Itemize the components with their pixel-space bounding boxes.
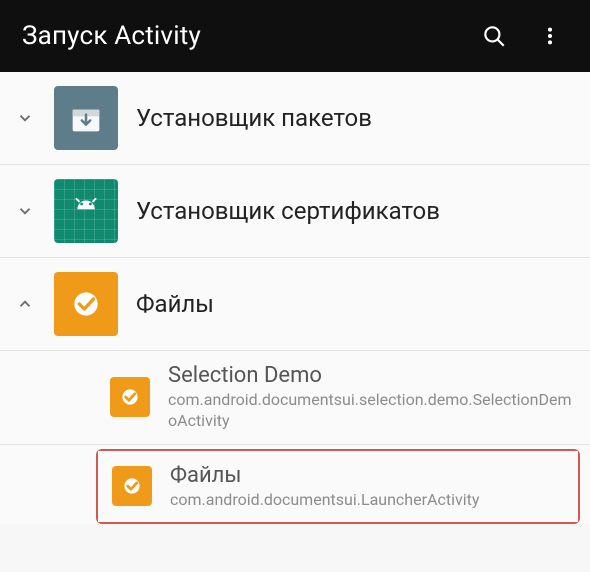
app-label: Установщик сертификатов xyxy=(136,196,440,226)
overflow-menu-button[interactable] xyxy=(528,14,572,58)
more-vert-icon xyxy=(539,25,561,47)
chevron-down-icon[interactable] xyxy=(14,200,36,222)
search-button[interactable] xyxy=(472,14,516,58)
activity-texts: Файлы com.android.documentsui.LauncherAc… xyxy=(170,463,562,511)
activity-title: Selection Demo xyxy=(168,363,574,388)
chevron-up-icon[interactable] xyxy=(14,293,36,315)
appbar: Запуск Activity xyxy=(0,0,590,72)
appbar-title: Запуск Activity xyxy=(22,21,460,51)
files-icon xyxy=(112,466,152,506)
package-installer-icon xyxy=(54,86,118,150)
app-list: Установщик пакетов Установщик сертификат… xyxy=(0,72,590,524)
activity-package: com.android.documentsui.selection.demo.S… xyxy=(168,390,574,432)
app-row-certinstaller[interactable]: Установщик сертификатов xyxy=(0,165,590,258)
files-icon xyxy=(110,377,150,417)
activity-package: com.android.documentsui.LauncherActivity xyxy=(170,490,562,511)
highlighted-activity: Файлы com.android.documentsui.LauncherAc… xyxy=(96,449,580,525)
activity-row-launcher[interactable]: Файлы com.android.documentsui.LauncherAc… xyxy=(98,451,578,523)
files-icon xyxy=(54,272,118,336)
chevron-down-icon[interactable] xyxy=(14,107,36,129)
cert-installer-icon xyxy=(54,179,118,243)
app-row-pkginstaller[interactable]: Установщик пакетов xyxy=(0,72,590,165)
search-icon xyxy=(481,23,507,49)
activity-title: Файлы xyxy=(170,463,562,488)
app-row-files[interactable]: Файлы xyxy=(0,258,590,351)
activity-row-selection-demo[interactable]: Selection Demo com.android.documentsui.s… xyxy=(0,351,590,445)
activity-texts: Selection Demo com.android.documentsui.s… xyxy=(168,363,574,432)
app-label: Файлы xyxy=(136,289,214,319)
app-label: Установщик пакетов xyxy=(136,103,372,133)
